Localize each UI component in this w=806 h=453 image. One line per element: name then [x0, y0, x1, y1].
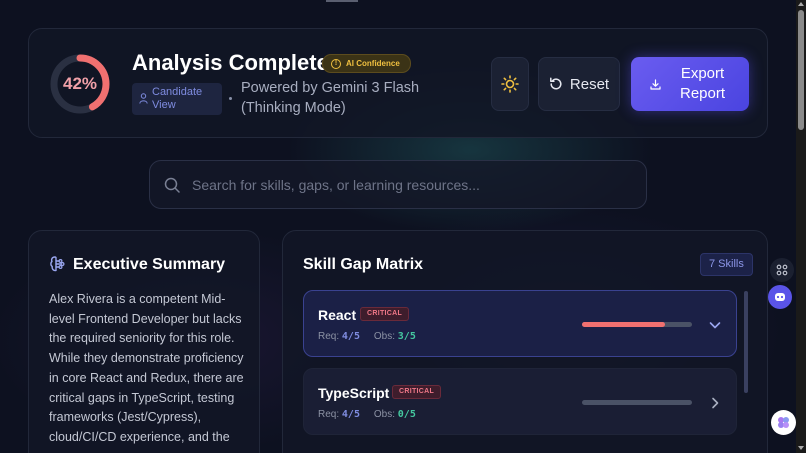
page-title: Analysis Complete [132, 50, 329, 75]
skill-row-react[interactable]: React CRITICAL Req: 4/5 Obs: 3/5 [303, 290, 737, 357]
refresh-icon [549, 77, 562, 90]
skills-count-badge: 7 Skills [700, 253, 753, 276]
user-icon [139, 93, 148, 104]
reset-label: Reset [569, 75, 610, 93]
score-percent: 42% [62, 74, 98, 93]
analysis-header-card: 42% Analysis Complete ! AI Confidence Ca… [28, 28, 768, 138]
req-value: 4/5 [341, 409, 360, 420]
obs-label: Obs: [373, 409, 395, 420]
req-obs-levels: Req: 4/5 Obs: 0/5 [318, 409, 416, 420]
req-obs-levels: Req: 4/5 Obs: 3/5 [318, 331, 416, 342]
bot-icon [775, 293, 785, 301]
search-icon [164, 177, 180, 193]
search-input[interactable] [192, 176, 612, 193]
req-label: Req: [318, 331, 340, 342]
skill-progress-fill [582, 322, 665, 327]
sun-icon [501, 75, 519, 93]
command-icon [776, 264, 788, 276]
clock-icon: ! [331, 58, 341, 69]
critical-badge: CRITICAL [392, 385, 442, 399]
executive-summary-card: Executive Summary Alex Rivera is a compe… [28, 230, 260, 453]
export-report-label: Export Report [679, 65, 726, 102]
export-report-button[interactable]: Export Report [631, 57, 749, 111]
skill-gap-matrix-card: Skill Gap Matrix 7 Skills React CRITICAL… [282, 230, 768, 453]
candidate-view-button[interactable]: Candidate View [132, 83, 222, 115]
obs-value: 0/5 [397, 409, 416, 420]
ai-brain-button[interactable] [771, 410, 796, 435]
skill-name: React [318, 307, 357, 323]
skill-progress-bar [582, 400, 692, 405]
brain-icon [50, 256, 65, 272]
scroll-down-arrow[interactable] [798, 446, 804, 450]
reset-button[interactable]: Reset [538, 57, 620, 111]
matrix-scrollbar[interactable] [744, 291, 748, 393]
executive-summary-text: Alex Rivera is a competent Mid-level Fro… [49, 292, 244, 444]
top-tab-indicator [326, 0, 358, 2]
req-value: 4/5 [341, 331, 360, 342]
separator-dot [229, 97, 232, 100]
command-shortcut-button[interactable] [770, 258, 794, 282]
scrollbar-thumb[interactable] [798, 10, 804, 130]
download-icon [649, 78, 661, 90]
ai-confidence-badge[interactable]: ! AI Confidence [322, 54, 411, 73]
chevron-down-icon[interactable] [708, 318, 722, 332]
obs-value: 3/5 [397, 331, 416, 342]
skill-progress-bar [582, 322, 692, 327]
candidate-view-label: Candidate View [152, 86, 203, 111]
page-scrollbar[interactable] [796, 0, 806, 453]
critical-badge: CRITICAL [360, 307, 410, 321]
theme-toggle-button[interactable] [491, 57, 529, 111]
req-label: Req: [318, 409, 340, 420]
executive-summary-title: Executive Summary [73, 256, 226, 273]
skill-name: TypeScript [318, 385, 390, 401]
search-bar [149, 160, 647, 209]
skill-gap-matrix-title: Skill Gap Matrix [303, 256, 424, 273]
ai-confidence-label: AI Confidence [346, 59, 400, 68]
brain-icon [778, 417, 789, 428]
assistant-bot-button[interactable] [768, 285, 792, 309]
obs-label: Obs: [373, 331, 395, 342]
powered-by-text: Powered by Gemini 3 Flash (Thinking Mode… [241, 80, 420, 116]
chevron-right-icon[interactable] [708, 396, 722, 410]
skill-row-typescript[interactable]: TypeScript CRITICAL Req: 4/5 Obs: 0/5 [303, 368, 737, 435]
scroll-up-arrow[interactable] [798, 2, 804, 6]
